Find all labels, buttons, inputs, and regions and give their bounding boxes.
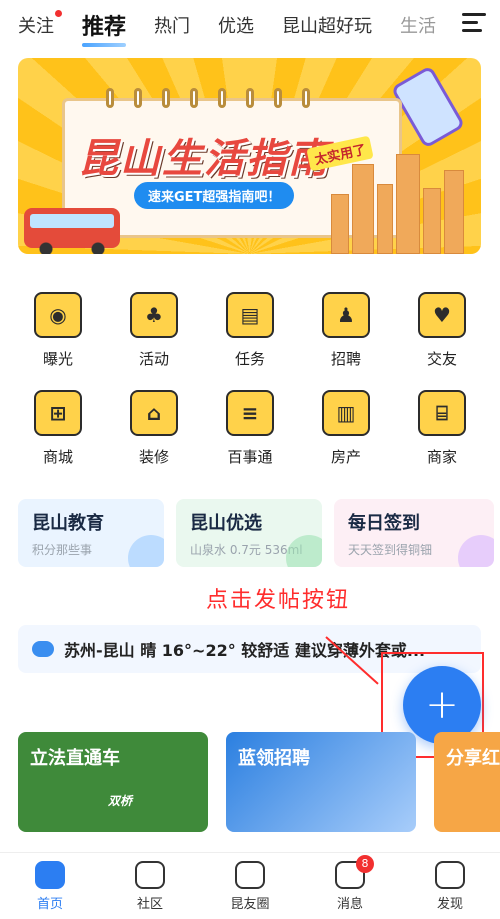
grid-item-exposure[interactable]: ◉ 曝光: [18, 292, 98, 390]
feature-grid: ◉ 曝光 ♣ 活动 ▤ 任务 ♟ 招聘 ♥ 交友 ⊞ 商城 ⌂ 装修 ≡ 百事通 ▥ 房产 ⌸ 商家: [0, 292, 500, 488]
cart-icon: ⊞: [34, 390, 82, 436]
card-title: 昆山教育: [32, 513, 104, 534]
nav-home[interactable]: 首页: [10, 861, 90, 919]
nav-community[interactable]: 社区: [110, 861, 190, 919]
feature-seal: 双桥: [108, 794, 133, 808]
card-selected[interactable]: 昆山优选 山泉水 0.7元 536ml: [176, 499, 322, 567]
top-tab-bar: 关注 推荐 热门 优选 昆山超好玩 生活: [0, 0, 500, 50]
card-title: 每日签到: [348, 513, 420, 534]
grid-label: 活动: [138, 350, 169, 368]
camera-icon: ◉: [34, 292, 82, 338]
home-icon: [35, 861, 65, 889]
grid-item-realestate[interactable]: ▥ 房产: [306, 390, 386, 488]
grid-item-merchant[interactable]: ⌸ 商家: [402, 390, 482, 488]
circle-icon: [235, 861, 265, 889]
binder-rings: [106, 88, 310, 108]
briefcase-icon: ▤: [226, 292, 274, 338]
store-icon: ⌸: [418, 390, 466, 436]
grid-label: 商城: [42, 448, 73, 466]
grid-label: 招聘: [330, 350, 361, 368]
message-badge: 8: [356, 855, 374, 873]
bus-illustration: [24, 208, 120, 254]
banner-subtitle: 速来GET超强指南吧！: [134, 182, 295, 209]
tab-follow[interactable]: 关注: [18, 10, 62, 38]
tutorial-annotation: 点击发帖按钮: [206, 588, 351, 613]
grid-item-task[interactable]: ▤ 任务: [210, 292, 290, 390]
nav-label: 社区: [136, 897, 163, 912]
feature-cards: 立法直通车 双桥 蓝领招聘 分享红: [18, 732, 500, 832]
grid-item-decoration[interactable]: ⌂ 装修: [114, 390, 194, 488]
card-share[interactable]: 分享红: [434, 732, 500, 832]
tab-label: 关注: [18, 16, 54, 37]
card-title: 昆山优选: [190, 513, 262, 534]
grid-label: 交友: [426, 350, 457, 368]
grid-label: 曝光: [42, 350, 73, 368]
nav-label: 消息: [336, 897, 363, 912]
nav-discover[interactable]: 发现: [410, 861, 490, 919]
grid-item-encyclopedia[interactable]: ≡ 百事通: [210, 390, 290, 488]
banner-title: 昆山生活指南: [78, 136, 330, 182]
menu-icon[interactable]: [462, 13, 486, 35]
card-education[interactable]: 昆山教育 积分那些事: [18, 499, 164, 567]
nav-label: 发现: [436, 897, 463, 912]
feature-title: 分享红: [446, 748, 500, 769]
card-checkin[interactable]: 每日签到 天天签到得铜钿: [334, 499, 494, 567]
tab-recommend[interactable]: 推荐: [82, 9, 127, 47]
grid-label: 房产: [330, 448, 361, 466]
grid-item-recruit[interactable]: ♟ 招聘: [306, 292, 386, 390]
service-cards: 昆山教育 积分那些事 昆山优选 山泉水 0.7元 536ml 每日签到 天天签到…: [18, 499, 500, 569]
city-illustration: [331, 144, 481, 254]
cloud-icon: [32, 641, 54, 657]
tab-selected[interactable]: 优选: [218, 12, 254, 38]
bottom-nav: 首页 社区 昆友圈 8 消息 发现: [0, 852, 500, 919]
feature-title: 立法直通车: [30, 748, 120, 769]
heart-icon: ♥: [418, 292, 466, 338]
person-icon: ♟: [322, 292, 370, 338]
card-decoration: [458, 535, 494, 567]
tab-kunshan-fun[interactable]: 昆山超好玩: [282, 12, 372, 38]
grid-label: 百事通: [227, 448, 273, 466]
books-icon: ≡: [226, 390, 274, 436]
hammer-icon: ⌂: [130, 390, 178, 436]
grid-item-mall[interactable]: ⊞ 商城: [18, 390, 98, 488]
promo-banner[interactable]: 昆山生活指南 太实用了 速来GET超强指南吧！: [18, 58, 481, 254]
grid-label: 装修: [138, 448, 169, 466]
nav-label: 昆友圈: [230, 897, 270, 912]
card-bluecollar-jobs[interactable]: 蓝领招聘: [226, 732, 416, 832]
card-decoration: [128, 535, 164, 567]
tab-hot[interactable]: 热门: [154, 12, 190, 38]
grid-item-activity[interactable]: ♣ 活动: [114, 292, 194, 390]
nav-messages[interactable]: 8 消息: [310, 855, 390, 919]
grid-label: 商家: [426, 448, 457, 466]
rocket-icon: [435, 861, 465, 889]
card-legislation[interactable]: 立法直通车 双桥: [18, 732, 208, 832]
tab-life[interactable]: 生活: [400, 12, 436, 38]
notification-dot: [55, 10, 62, 17]
feature-title: 蓝领招聘: [238, 748, 310, 769]
building-icon: ▥: [322, 390, 370, 436]
grid-item-friends[interactable]: ♥ 交友: [402, 292, 482, 390]
grid-label: 任务: [234, 350, 265, 368]
card-decoration: [286, 535, 322, 567]
nav-label: 首页: [36, 897, 63, 912]
community-icon: [135, 861, 165, 889]
nav-circle[interactable]: 昆友圈: [210, 861, 290, 919]
plant-icon: ♣: [130, 292, 178, 338]
